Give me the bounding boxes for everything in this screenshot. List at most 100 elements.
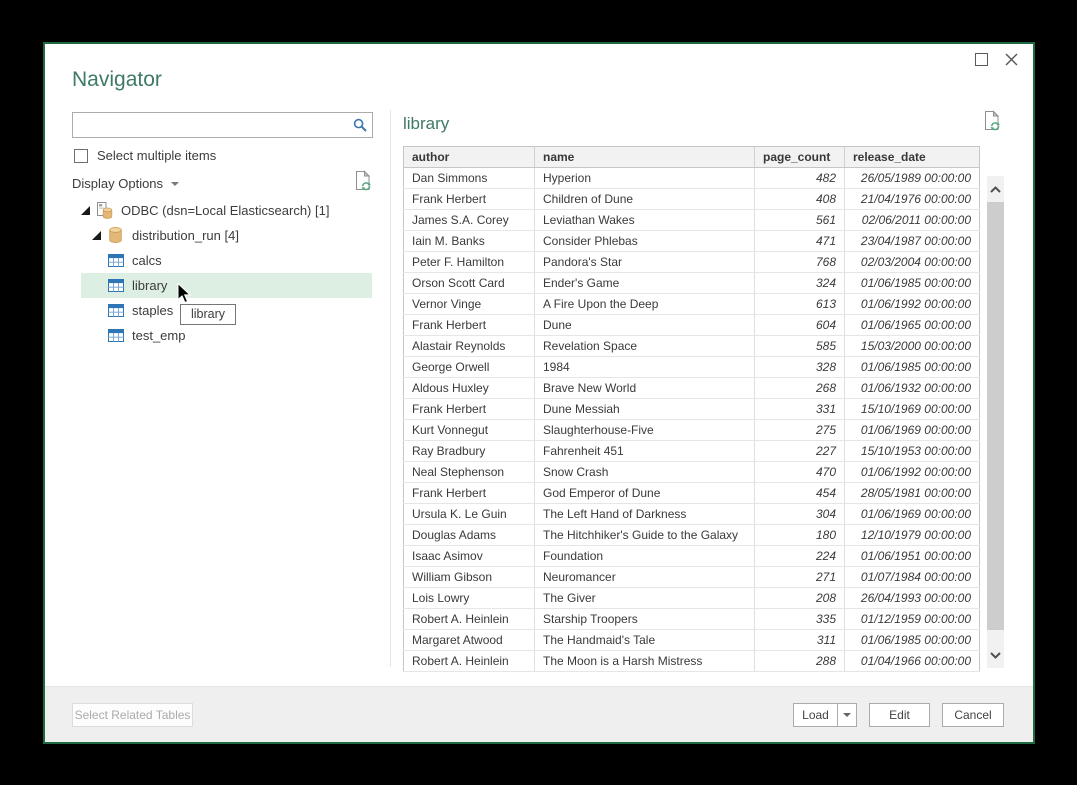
table-header-row: authornamepage_countrelease_date	[404, 147, 980, 168]
table-cell: 28/05/1981 00:00:00	[845, 483, 980, 504]
scroll-up-icon[interactable]	[987, 176, 1004, 202]
table-icon	[107, 252, 124, 269]
search-box	[72, 112, 373, 138]
odbc-server-icon	[96, 202, 113, 219]
edit-button[interactable]: Edit	[869, 703, 930, 727]
table-cell: Slaughterhouse-Five	[535, 420, 755, 441]
select-related-tables-button[interactable]: Select Related Tables	[72, 703, 193, 727]
table-row: Ursula K. Le GuinThe Left Hand of Darkne…	[404, 504, 980, 525]
table-cell: Dune	[535, 315, 755, 336]
table-cell: Dan Simmons	[404, 168, 535, 189]
table-row: Douglas AdamsThe Hitchhiker's Guide to t…	[404, 525, 980, 546]
column-header-name: name	[535, 147, 755, 168]
table-cell: Orson Scott Card	[404, 273, 535, 294]
search-icon[interactable]	[348, 118, 372, 133]
expand-collapse-icon[interactable]	[92, 231, 102, 241]
table-cell: 01/06/1992 00:00:00	[845, 294, 980, 315]
tree-item-calcs[interactable]: calcs	[81, 248, 372, 273]
table-cell: Kurt Vonnegut	[404, 420, 535, 441]
database-icon	[107, 227, 124, 244]
table-cell: 324	[755, 273, 845, 294]
table-cell: Vernor Vinge	[404, 294, 535, 315]
load-dropdown-icon[interactable]	[837, 703, 857, 727]
table-cell: 482	[755, 168, 845, 189]
table-cell: A Fire Upon the Deep	[535, 294, 755, 315]
table-row: Frank HerbertDune Messiah33115/10/1969 0…	[404, 399, 980, 420]
table-cell: The Giver	[535, 588, 755, 609]
table-cell: 01/12/1959 00:00:00	[845, 609, 980, 630]
cancel-button[interactable]: Cancel	[942, 703, 1004, 727]
navigator-dialog: Navigator Select multiple items Display …	[43, 42, 1035, 744]
select-multiple-checkbox[interactable]	[74, 149, 88, 163]
table-cell: 224	[755, 546, 845, 567]
table-cell: 768	[755, 252, 845, 273]
table-row: Peter F. HamiltonPandora's Star76802/03/…	[404, 252, 980, 273]
table-cell: 275	[755, 420, 845, 441]
table-row: Lois LowryThe Giver20826/04/1993 00:00:0…	[404, 588, 980, 609]
table-cell: Starship Troopers	[535, 609, 755, 630]
refresh-table-icon[interactable]	[983, 110, 1002, 132]
scroll-down-icon[interactable]	[987, 642, 1004, 668]
table-cell: Revelation Space	[535, 336, 755, 357]
select-multiple-label: Select multiple items	[97, 148, 216, 163]
table-row: Vernor VingeA Fire Upon the Deep61301/06…	[404, 294, 980, 315]
expand-collapse-icon[interactable]	[81, 206, 91, 216]
table-row: Isaac AsimovFoundation22401/06/1951 00:0…	[404, 546, 980, 567]
table-cell: 471	[755, 231, 845, 252]
table-cell: Frank Herbert	[404, 399, 535, 420]
table-cell: Neuromancer	[535, 567, 755, 588]
refresh-preview-icon[interactable]	[354, 170, 373, 197]
table-row: Orson Scott CardEnder's Game32401/06/198…	[404, 273, 980, 294]
search-input[interactable]	[73, 113, 348, 137]
table-cell: 470	[755, 462, 845, 483]
table-cell: 15/03/2000 00:00:00	[845, 336, 980, 357]
close-icon[interactable]	[1004, 52, 1019, 67]
table-cell: The Hitchhiker's Guide to the Galaxy	[535, 525, 755, 546]
scrollbar-thumb[interactable]	[987, 202, 1004, 630]
table-cell: 01/06/1951 00:00:00	[845, 546, 980, 567]
table-cell: Foundation	[535, 546, 755, 567]
preview-title: library	[403, 114, 449, 134]
tree-item-library[interactable]: library	[81, 273, 372, 298]
tree-item-odbc[interactable]: ODBC (dsn=Local Elasticsearch) [1]	[81, 198, 372, 223]
vertical-scrollbar	[987, 176, 1004, 668]
table-cell: 335	[755, 609, 845, 630]
tree-item-distribution_run[interactable]: distribution_run [4]	[81, 223, 372, 248]
table-cell: 01/06/1969 00:00:00	[845, 504, 980, 525]
table-cell: 613	[755, 294, 845, 315]
table-row: Aldous HuxleyBrave New World26801/06/193…	[404, 378, 980, 399]
table-cell: God Emperor of Dune	[535, 483, 755, 504]
table-cell: Douglas Adams	[404, 525, 535, 546]
table-cell: 15/10/1969 00:00:00	[845, 399, 980, 420]
table-row: Robert A. HeinleinStarship Troopers33501…	[404, 609, 980, 630]
maximize-icon[interactable]	[975, 53, 988, 66]
table-cell: 311	[755, 630, 845, 651]
display-options-dropdown[interactable]: Display Options	[72, 176, 163, 191]
table-cell: Neal Stephenson	[404, 462, 535, 483]
table-cell: 304	[755, 504, 845, 525]
window-controls	[975, 52, 1019, 67]
table-row: William GibsonNeuromancer27101/07/1984 0…	[404, 567, 980, 588]
tree-item-label: test_emp	[132, 328, 185, 343]
table-cell: 01/06/1985 00:00:00	[845, 273, 980, 294]
table-cell: Leviathan Wakes	[535, 210, 755, 231]
table-cell: Hyperion	[535, 168, 755, 189]
table-cell: 01/06/1969 00:00:00	[845, 420, 980, 441]
table-cell: 23/04/1987 00:00:00	[845, 231, 980, 252]
table-cell: Alastair Reynolds	[404, 336, 535, 357]
table-cell: Iain M. Banks	[404, 231, 535, 252]
tree-item-test_emp[interactable]: test_emp	[81, 323, 372, 348]
table-row: Frank HerbertChildren of Dune40821/04/19…	[404, 189, 980, 210]
table-row: Frank HerbertGod Emperor of Dune45428/05…	[404, 483, 980, 504]
load-button[interactable]: Load	[793, 703, 837, 727]
table-cell: 02/06/2011 00:00:00	[845, 210, 980, 231]
chevron-down-icon[interactable]	[171, 182, 179, 186]
table-cell: 604	[755, 315, 845, 336]
table-cell: 227	[755, 441, 845, 462]
table-cell: 331	[755, 399, 845, 420]
table-cell: Snow Crash	[535, 462, 755, 483]
pane-divider	[390, 110, 391, 667]
table-cell: 01/04/1966 00:00:00	[845, 651, 980, 672]
table-cell: George Orwell	[404, 357, 535, 378]
table-cell: 1984	[535, 357, 755, 378]
